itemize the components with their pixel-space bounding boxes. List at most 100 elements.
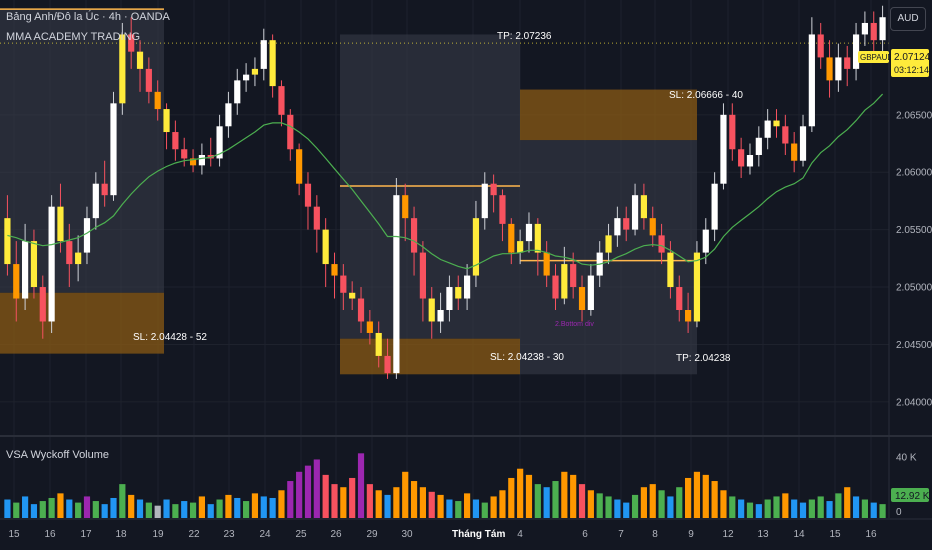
volume-bar: [746, 502, 754, 518]
candle-body: [30, 241, 38, 288]
tp-label-2: TP: 2.04238: [676, 353, 731, 364]
candle-body: [313, 206, 320, 230]
volume-bar: [587, 490, 594, 518]
currency-button[interactable]: AUD: [890, 7, 926, 31]
candle-body: [455, 287, 462, 299]
volume-bar: [472, 499, 480, 518]
volume-bar: [738, 499, 745, 518]
candle-body: [428, 298, 435, 322]
candle-body: [66, 241, 73, 265]
candle-body: [570, 264, 577, 288]
price-axis: [889, 0, 932, 550]
candle-body: [13, 264, 20, 299]
candle-body: [57, 206, 64, 242]
x-tick-label: 22: [189, 529, 201, 540]
candle-body: [578, 287, 586, 310]
volume-bar: [508, 477, 515, 518]
candle-body: [667, 252, 674, 288]
volume-bar: [278, 490, 285, 518]
candle-body: [83, 218, 91, 253]
candle-body: [464, 275, 471, 299]
candle-body: [243, 74, 250, 81]
candle-body: [844, 57, 851, 69]
volume-bar: [799, 502, 807, 518]
volume-bar: [464, 493, 471, 518]
chart-title: Bảng Anh/Đô la Úc · 4h · OANDA: [6, 11, 170, 23]
candle-body: [22, 241, 29, 299]
x-tick-label: 16: [866, 529, 878, 540]
volume-bar: [773, 496, 780, 518]
volume-bar: [596, 493, 603, 518]
volume-bar: [313, 459, 320, 518]
volume-bar: [667, 496, 674, 518]
price-chart[interactable]: SL: 2.04428 - 52 TP: 2.07236 SL: 2.04238 -…: [0, 0, 932, 550]
x-tick-label: 29: [367, 529, 379, 540]
volume-bar: [693, 471, 701, 518]
volume-bar: [216, 499, 223, 518]
candle-body: [287, 114, 294, 150]
tp-label-1: TP: 2.07236: [497, 31, 552, 42]
candle-body: [384, 355, 391, 374]
candle-body: [410, 218, 418, 253]
candle-body: [746, 155, 754, 167]
volume-bar: [755, 504, 762, 518]
countdown: 03:12:14: [894, 65, 929, 75]
candle-body: [490, 183, 497, 196]
volume-bar: [685, 477, 692, 518]
volume-bar: [658, 490, 665, 518]
candle-body: [791, 143, 798, 161]
volume-bar: [340, 487, 347, 518]
x-tick-label: 17: [81, 529, 93, 540]
candle-body: [198, 155, 205, 166]
volume-bar: [331, 484, 338, 518]
candle-body: [4, 218, 11, 265]
sl-label-3: SL: 2.06666 - 40: [669, 90, 743, 101]
candle-body: [101, 183, 108, 196]
candle-body: [304, 183, 312, 207]
candle-body: [48, 206, 55, 322]
volume-bar: [720, 490, 727, 518]
candle-body: [225, 103, 232, 127]
volume-bar: [844, 487, 851, 518]
volume-bar: [145, 502, 152, 518]
volume-bar: [92, 501, 99, 518]
candle-body: [729, 114, 736, 150]
candle-body: [481, 183, 488, 219]
candle-body: [499, 195, 506, 224]
y-tick-label: 2.05000: [896, 283, 932, 294]
volume-bar: [570, 474, 577, 518]
x-tick-label: 15: [830, 529, 842, 540]
x-tick-label: 7: [618, 529, 624, 540]
volume-bar: [75, 502, 82, 518]
symbol-label: GBPAUD: [860, 53, 893, 62]
x-tick-label: 26: [331, 529, 343, 540]
volume-bar: [384, 494, 391, 518]
volume-bar: [764, 499, 771, 518]
x-tick-label: 15: [9, 529, 21, 540]
candle-body: [145, 68, 152, 92]
volume-bar: [419, 487, 426, 518]
volume-bar: [243, 501, 250, 518]
volume-bar: [66, 499, 73, 518]
volume-bar: [375, 490, 382, 518]
candle-body: [357, 298, 365, 322]
volume-bar: [22, 496, 29, 518]
candle-body: [808, 34, 815, 127]
volume-current-value: 12.92 K: [895, 491, 930, 502]
volume-bar: [296, 471, 303, 518]
x-tick-label: 18: [116, 529, 128, 540]
volume-bar: [517, 468, 524, 518]
volume-bar: [119, 484, 126, 518]
volume-bar: [702, 474, 709, 518]
candle-body: [614, 218, 621, 236]
volume-bar: [13, 502, 20, 518]
candle-body: [640, 195, 647, 219]
candle-body: [110, 103, 117, 196]
volume-bar: [101, 504, 108, 518]
candle-body: [817, 34, 824, 58]
candle-body: [711, 183, 718, 230]
x-tick-label: 8: [652, 529, 658, 540]
volume-bar: [4, 499, 11, 518]
candle-body: [278, 86, 285, 115]
volume-bar: [543, 487, 550, 518]
